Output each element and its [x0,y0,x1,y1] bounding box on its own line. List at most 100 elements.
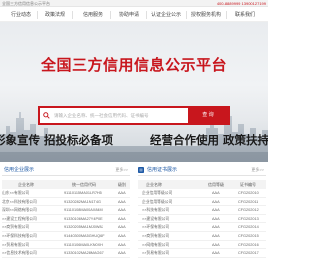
column-header: 证书编号 [240,182,256,187]
company-name-cell: ××建设工程有限公司 [2,216,37,221]
credit-level-cell: AAA [212,251,220,256]
credit-certificate-panel: 信用证书展示 更多>> 企业名称 信用等级 证书编号 企业信用等级公司 AAA CF… [138,164,266,258]
table-row[interactable]: 山东××有限公司 91110115MA01LR7H5 AAA [2,189,130,198]
slogan-right: 经营合作使用 政策扶持 [150,133,268,147]
credit-code-cell: 91330106MA27Y4P0E [64,216,103,221]
slogan-left: 形象宣传 招投标必备项 [0,133,114,147]
nav-divider [226,11,227,19]
panel-header: 信用企业展示 更多>> [2,164,130,176]
nav-item-certified-companies[interactable]: 认证企业公示 [150,11,182,19]
more-link[interactable]: 更多>> [251,166,264,174]
panel-title: 信用证书展示 [147,167,178,173]
hero-banner: 全国三方信用信息公示平台 查 询 形象宣传 招投标必备项 经营合作使用 政策扶持 [0,22,268,162]
more-link[interactable]: 更多>> [115,166,128,174]
top-hotline: 400-8889999 13900127199 [216,1,266,6]
certificate-number-cell: CFG202010 [238,191,259,195]
search-button[interactable]: 查 询 [188,108,228,123]
nav-divider [72,11,73,19]
certificate-number-cell: CFG202012 [238,208,259,213]
nav-divider [186,11,187,19]
company-name-cell: ××环保有限公司 [142,225,170,230]
company-name-cell: 深圳××网络有限公司 [2,208,37,213]
credit-level-cell: AAA [212,191,220,195]
level-cell: AAA [118,208,126,213]
table-row[interactable]: ××商贸有限公司 91320205MA1MJ0W8J AAA [2,223,130,232]
company-name-cell: ××贸易有限公司 [142,251,170,256]
company-name-cell: 企业信用等级公司 [142,199,173,204]
top-info-bar: 全国三方信用信息公示平台 400-8889999 13900127199 [0,0,268,7]
level-cell: AAA [118,191,126,195]
credit-level-cell: AAA [212,199,220,204]
company-name-cell: ××贸易有限公司 [2,242,30,247]
table-row[interactable]: ××贸易有限公司 91110106MA0LKN0XH AAA [2,241,130,250]
nav-item-industry-news[interactable]: 行业动态 [8,11,34,19]
company-name-cell: ××建设有限公司 [142,216,170,221]
nav-item-contact[interactable]: 联系我们 [232,11,258,19]
table-row[interactable]: ××网络有限公司 AAA CFG202016 [138,241,266,250]
nav-divider [37,11,38,19]
company-name-cell: 企业信用等级公司 [142,191,173,195]
credit-level-cell: AAA [212,233,220,238]
company-name-cell: 北京××科技有限公司 [2,199,37,204]
table-header: 企业名称 统一信用代码 级别 [2,180,130,189]
company-name-cell: 山东××有限公司 [2,191,30,195]
level-cell: AAA [118,242,126,247]
table-row[interactable]: ××环保有限公司 AAA CFG202014 [138,223,266,232]
table-row[interactable]: 北京××科技有限公司 91320282MA1N1T4G AAA [2,198,130,207]
column-header: 信用等级 [208,182,224,187]
table-row[interactable]: 深圳××网络有限公司 91110108MA00AX84M AAA [2,206,130,215]
table-row[interactable]: ××科技有限公司 AAA CFG202012 [138,206,266,215]
certificate-number-cell: CFG202015 [238,233,259,238]
credit-code-cell: 91440300MA5GHUQ6F [64,233,105,238]
certificate-number-cell: CFG202017 [238,251,259,256]
column-header: 统一信用代码 [72,182,96,187]
company-name-cell: ××环保科技有限公司 [2,233,37,238]
company-name-cell: ××网络有限公司 [142,242,170,247]
company-name-cell: ××商贸有限公司 [142,233,170,238]
column-header: 企业名称 [18,182,34,187]
panel-header: 信用证书展示 更多>> [138,164,266,176]
search-bar: 查 询 [38,106,230,125]
nav-item-apply[interactable]: 协助申请 [116,11,142,19]
credit-code-cell: 91320282MA1N1T4G [64,199,101,204]
column-header: 级别 [118,182,126,187]
nav-item-credit-service[interactable]: 信用服务 [80,11,106,19]
credit-company-panel: 信用企业展示 更多>> 企业名称 统一信用代码 级别 山东××有限公司 91110… [2,164,130,258]
company-name-cell: ××信息技术有限公司 [2,251,37,256]
company-name-cell: ××商贸有限公司 [2,225,30,230]
column-header: 企业名称 [146,182,162,187]
certificate-number-cell: CFG202016 [238,242,259,247]
table-row[interactable]: 企业信用等级公司 AAA CFG202011 [138,198,266,207]
table-row[interactable]: ××信息技术有限公司 91330102MA28MAG67 AAA [2,249,130,258]
table-row[interactable]: ××建设工程有限公司 91330106MA27Y4P0E AAA [2,215,130,224]
list-icon [138,167,144,173]
table-row[interactable]: 企业信用等级公司 AAA CFG202010 [138,189,266,198]
panel-title: 信用企业展示 [4,167,35,173]
main-nav: 行业动态 政策法规 信用服务 协助申请 认证企业公示 授权服务机构 联系我们 [0,8,268,22]
company-name-cell: ××科技有限公司 [142,208,170,213]
credit-level-cell: AAA [212,216,220,221]
table-row[interactable]: ××商贸有限公司 AAA CFG202015 [138,232,266,241]
table-row[interactable]: ××贸易有限公司 AAA CFG202017 [138,249,266,258]
table-row[interactable]: ××环保科技有限公司 91440300MA5GHUQ6F AAA [2,232,130,241]
credit-level-cell: AAA [212,225,220,230]
credit-level-cell: AAA [212,208,220,213]
nav-divider [110,11,111,19]
search-input[interactable] [54,108,184,123]
nav-item-authorized-agencies[interactable]: 授权服务机构 [190,11,222,19]
search-icon [43,112,50,119]
table-row[interactable]: ××建设有限公司 AAA CFG202013 [138,215,266,224]
certificate-number-cell: CFG202013 [238,216,259,221]
certificate-number-cell: CFG202011 [238,199,259,204]
nav-item-policy[interactable]: 政策法规 [42,11,68,19]
nav-divider [146,11,147,19]
level-cell: AAA [118,251,126,256]
credit-code-cell: 91320205MA1MJ0W8J [64,225,104,230]
top-site-name: 全国三方信用信息公示平台 [2,1,50,6]
credit-code-cell: 91110115MA01LR7H5 [64,191,102,195]
credit-level-cell: AAA [212,242,220,247]
certificate-number-cell: CFG202014 [238,225,259,230]
credit-code-cell: 91110106MA0LKN0XH [64,242,103,247]
table-header: 企业名称 信用等级 证书编号 [138,180,266,189]
level-cell: AAA [118,216,126,221]
